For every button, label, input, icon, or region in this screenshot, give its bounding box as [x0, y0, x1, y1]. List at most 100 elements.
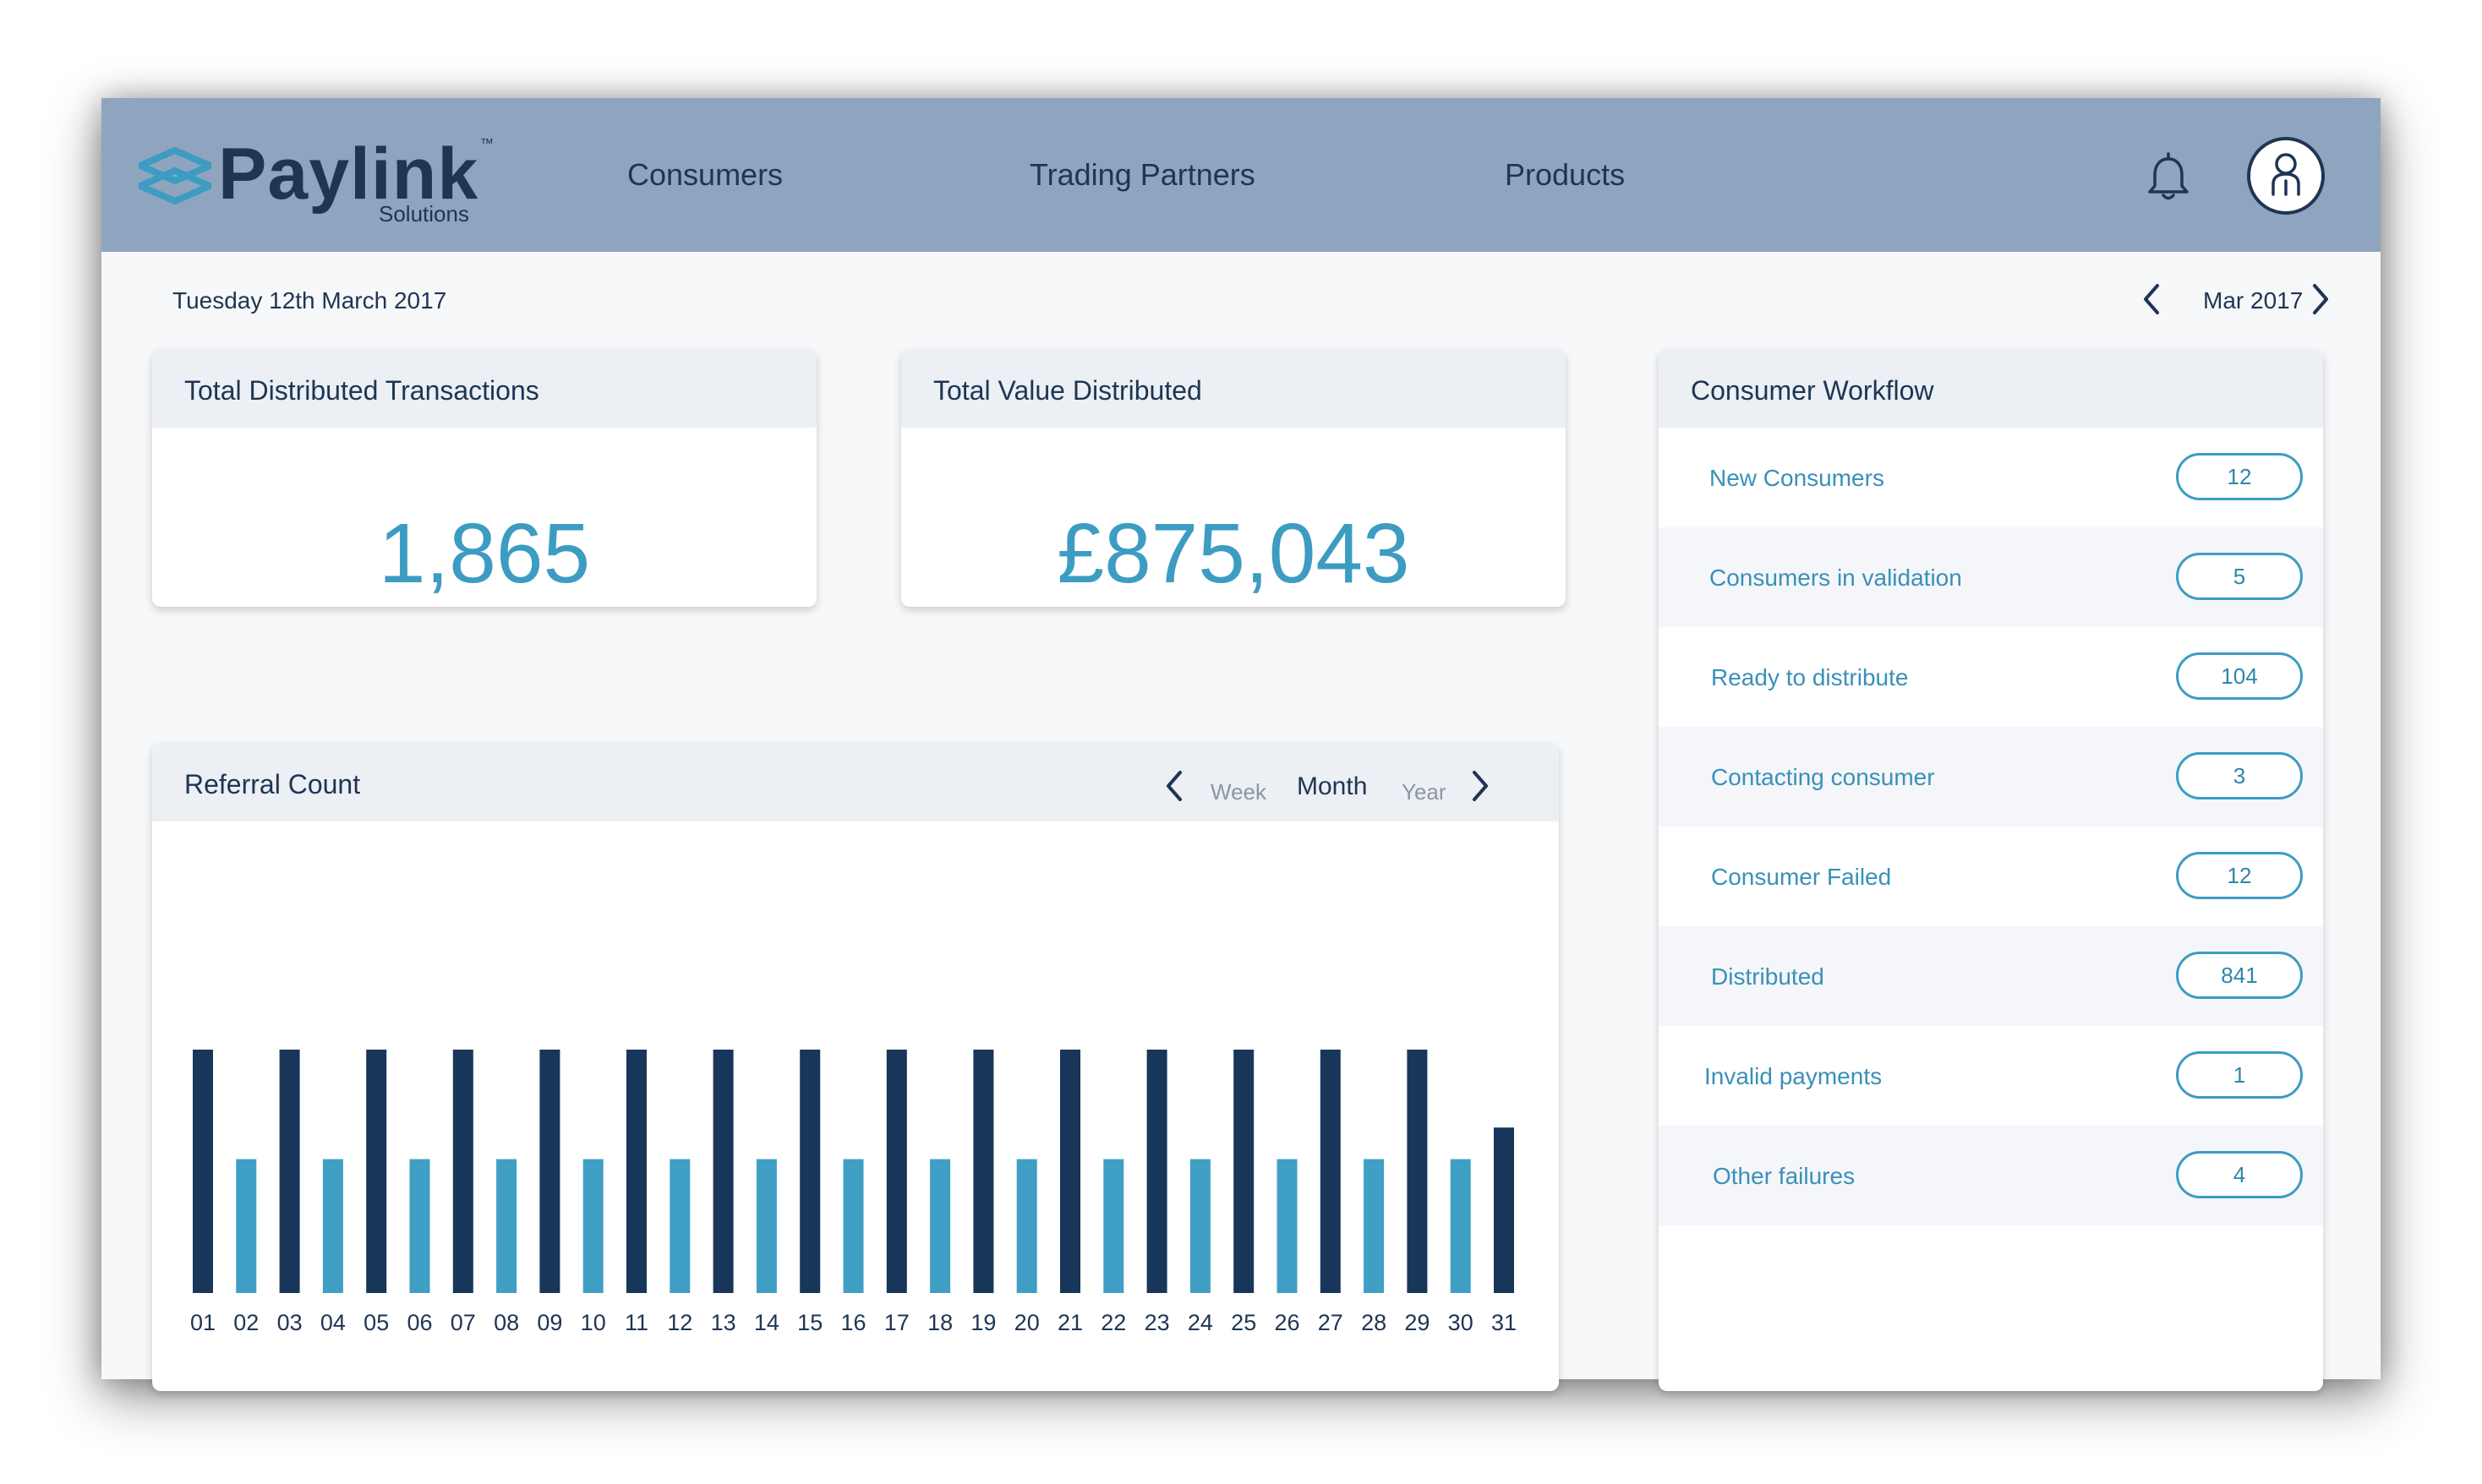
workflow-label[interactable]: Consumer Failed	[1711, 864, 1891, 891]
workflow-row[interactable]: Contacting consumer 3	[1659, 727, 2323, 827]
user-avatar[interactable]	[2247, 137, 2325, 215]
workflow-row[interactable]: Invalid payments 1	[1659, 1026, 2323, 1126]
workflow-row[interactable]: Other failures 4	[1659, 1126, 2323, 1225]
x-tick-label: 03	[277, 1310, 303, 1335]
nav-trading-partners[interactable]: Trading Partners	[1030, 157, 1255, 193]
bar-day-20[interactable]	[1016, 1159, 1037, 1293]
x-tick-label: 29	[1404, 1310, 1430, 1335]
bar-day-31[interactable]	[1494, 1127, 1514, 1293]
logo-mark-icon	[139, 147, 211, 205]
x-tick-label: 15	[797, 1310, 823, 1335]
x-tick-label: 09	[537, 1310, 562, 1335]
card-title: Consumer Workflow	[1691, 375, 1934, 406]
bar-day-05[interactable]	[366, 1050, 387, 1293]
workflow-count-badge[interactable]: 1	[2176, 1051, 2303, 1099]
bar-day-10[interactable]	[582, 1159, 604, 1293]
bar-day-11[interactable]	[626, 1050, 647, 1293]
x-tick-label: 21	[1058, 1310, 1083, 1335]
x-tick-label: 08	[494, 1310, 519, 1335]
workflow-label[interactable]: New Consumers	[1709, 465, 1884, 492]
bar-day-06[interactable]	[409, 1159, 430, 1293]
workflow-label[interactable]: Consumers in validation	[1709, 565, 1962, 592]
bar-day-17[interactable]	[886, 1050, 907, 1293]
chevron-left-icon[interactable]	[2139, 279, 2164, 319]
workflow-count-badge[interactable]: 104	[2176, 652, 2303, 700]
range-month[interactable]: Month	[1297, 772, 1367, 801]
x-tick-label: 26	[1274, 1310, 1299, 1335]
x-tick-label: 13	[711, 1310, 736, 1335]
workflow-count-badge[interactable]: 841	[2176, 952, 2303, 999]
bar-day-24[interactable]	[1189, 1159, 1211, 1293]
card-header: Consumer Workflow	[1659, 350, 2323, 428]
total-transactions-card: Total Distributed Transactions 1,865	[152, 350, 817, 607]
workflow-label[interactable]: Invalid payments	[1704, 1063, 1882, 1090]
brand-subtitle: Solutions	[379, 201, 469, 226]
workflow-count-badge[interactable]: 12	[2176, 852, 2303, 899]
bar-day-22[interactable]	[1103, 1159, 1124, 1293]
workflow-row[interactable]: Distributed 841	[1659, 926, 2323, 1026]
bar-day-30[interactable]	[1450, 1159, 1471, 1293]
bar-day-12[interactable]	[670, 1159, 691, 1293]
workflow-row[interactable]: Consumer Failed 12	[1659, 827, 2323, 926]
bar-day-13[interactable]	[713, 1050, 734, 1293]
current-date: Tuesday 12th March 2017	[172, 287, 447, 314]
x-tick-label: 24	[1188, 1310, 1213, 1335]
x-tick-label: 04	[320, 1310, 346, 1335]
workflow-label[interactable]: Ready to distribute	[1711, 664, 1908, 691]
bar-day-15[interactable]	[800, 1050, 821, 1293]
bell-icon[interactable]	[2139, 149, 2198, 208]
x-tick-label: 25	[1231, 1310, 1256, 1335]
user-avatar-icon	[2272, 153, 2300, 196]
bar-day-09[interactable]	[539, 1050, 560, 1293]
x-tick-label: 18	[927, 1310, 953, 1335]
bar-day-25[interactable]	[1233, 1050, 1255, 1293]
workflow-count-badge[interactable]: 3	[2176, 752, 2303, 799]
workflow-row[interactable]: Consumers in validation 5	[1659, 527, 2323, 627]
bar-day-27[interactable]	[1320, 1050, 1341, 1293]
workflow-row[interactable]: Ready to distribute 104	[1659, 627, 2323, 727]
workflow-label[interactable]: Contacting consumer	[1711, 764, 1935, 791]
period-label: Mar 2017	[2203, 287, 2304, 314]
x-tick-label: 02	[233, 1310, 259, 1335]
paylink-logo[interactable]: Paylink ™ Solutions	[139, 132, 494, 226]
workflow-count-badge[interactable]: 5	[2176, 553, 2303, 600]
brand-tm: ™	[480, 137, 494, 151]
workflow-count-badge[interactable]: 12	[2176, 453, 2303, 500]
card-title: Referral Count	[184, 769, 361, 799]
bar-day-08[interactable]	[496, 1159, 517, 1293]
chevron-left-icon[interactable]	[1162, 766, 1187, 806]
bar-day-14[interactable]	[756, 1159, 777, 1293]
x-tick-label: 16	[840, 1310, 866, 1335]
x-tick-label: 12	[667, 1310, 692, 1335]
nav-products[interactable]: Products	[1505, 157, 1625, 193]
x-tick-label: 17	[884, 1310, 910, 1335]
bar-day-01[interactable]	[193, 1050, 213, 1293]
nav-consumers[interactable]: Consumers	[627, 157, 783, 193]
chevron-right-icon[interactable]	[1468, 766, 1493, 806]
bar-day-02[interactable]	[236, 1159, 257, 1293]
bar-day-18[interactable]	[930, 1159, 951, 1293]
bar-day-19[interactable]	[973, 1050, 994, 1293]
card-header: Referral Count Week Month Year	[152, 744, 1559, 821]
x-tick-label: 31	[1491, 1310, 1517, 1335]
x-tick-label: 27	[1318, 1310, 1343, 1335]
bar-day-23[interactable]	[1146, 1050, 1167, 1293]
workflow-label[interactable]: Other failures	[1713, 1163, 1855, 1190]
workflow-row[interactable]: New Consumers 12	[1659, 428, 2323, 527]
chevron-right-icon[interactable]	[2308, 279, 2333, 319]
card-header: Total Value Distributed	[901, 350, 1566, 428]
bar-day-29[interactable]	[1407, 1050, 1428, 1293]
bar-day-07[interactable]	[452, 1050, 473, 1293]
x-tick-label: 14	[754, 1310, 779, 1335]
range-week[interactable]: Week	[1211, 779, 1266, 805]
bar-day-16[interactable]	[843, 1159, 864, 1293]
workflow-count-badge[interactable]: 4	[2176, 1151, 2303, 1198]
bar-day-26[interactable]	[1277, 1159, 1298, 1293]
bar-day-28[interactable]	[1364, 1159, 1385, 1293]
workflow-label[interactable]: Distributed	[1711, 963, 1824, 990]
range-year[interactable]: Year	[1402, 779, 1446, 805]
card-title: Total Value Distributed	[933, 375, 1202, 406]
bar-day-03[interactable]	[279, 1050, 300, 1293]
bar-day-04[interactable]	[322, 1159, 343, 1293]
bar-day-21[interactable]	[1060, 1050, 1080, 1293]
